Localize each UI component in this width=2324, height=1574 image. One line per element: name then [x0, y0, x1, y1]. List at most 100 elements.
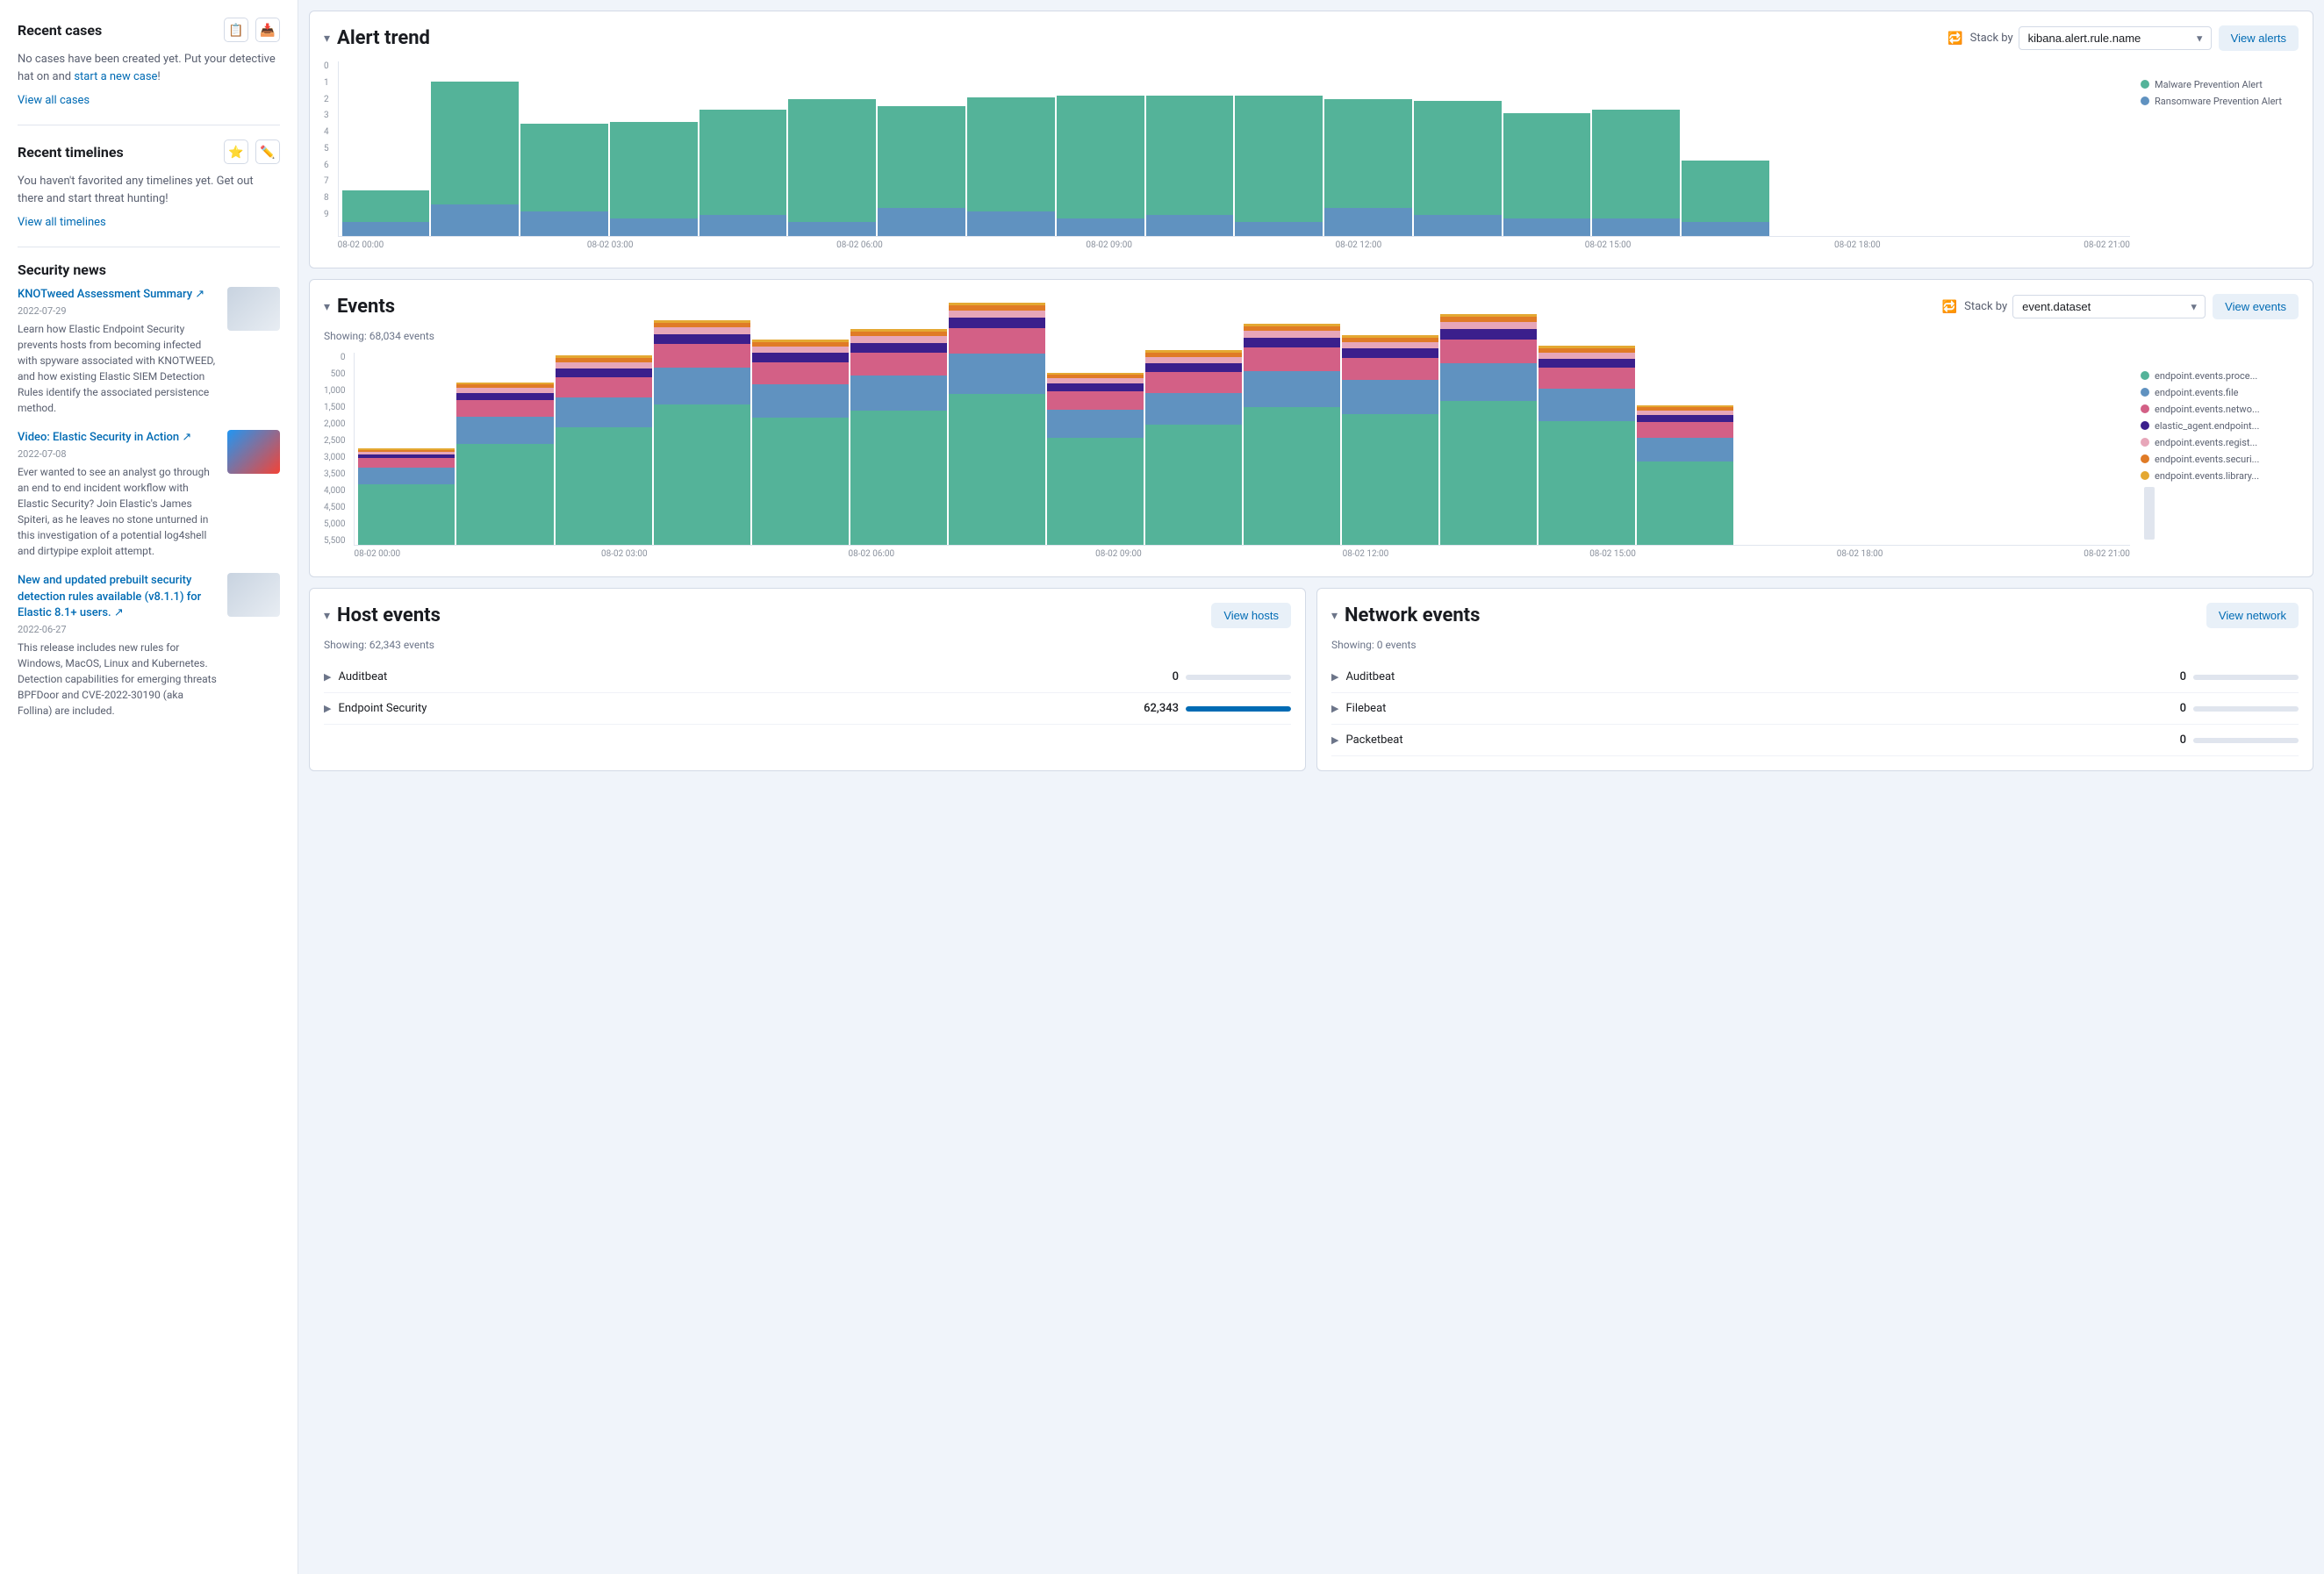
alert-trend-chart-area: 9 8 7 6 5 4 3 2 1 0	[324, 61, 2299, 254]
events-refresh-icon[interactable]: 🔁	[1942, 300, 1957, 314]
view-alerts-button[interactable]: View alerts	[2219, 25, 2299, 51]
net-packetbeat-expand[interactable]: ▶	[1331, 734, 1338, 746]
event-bar-group	[850, 353, 947, 545]
alert-x-axis: 08-02 00:00 08-02 03:00 08-02 06:00 08-0…	[338, 237, 2130, 254]
event-bar-segment	[556, 377, 652, 397]
alert-bars-container	[338, 61, 2130, 237]
alert-stack-by-select[interactable]: kibana.alert.rule.name	[2019, 26, 2212, 50]
net-auditbeat-bar-bg	[2193, 675, 2299, 680]
alert-bar-green	[1592, 110, 1680, 218]
view-all-timelines-link[interactable]: View all timelines	[18, 216, 280, 229]
events-collapse-icon[interactable]: ▾	[324, 300, 330, 314]
legend-malware: Malware Prevention Alert	[2141, 79, 2299, 90]
event-bar-segment	[1145, 363, 1242, 372]
event-bar-segment	[1145, 372, 1242, 393]
alert-bar-blue	[1682, 222, 1769, 236]
event-bar-group	[752, 353, 849, 545]
alert-bar-group	[1235, 61, 1323, 236]
event-bar-group	[1145, 353, 1242, 545]
cases-title: Recent cases	[18, 22, 102, 39]
alert-bar-group	[1949, 61, 2037, 236]
alert-bar-group	[1146, 61, 1234, 236]
legend-scrollbar[interactable]	[2144, 487, 2155, 540]
legend-library: endpoint.events.library...	[2141, 470, 2299, 482]
news-item-title[interactable]: New and updated prebuilt security detect…	[18, 573, 219, 621]
host-auditbeat-name: Auditbeat	[338, 670, 1119, 683]
alert-bar-group	[1324, 61, 1412, 236]
view-network-button[interactable]: View network	[2206, 603, 2299, 628]
events-chart-area: 5,500 5,000 4,500 4,000 3,500 3,000 2,50…	[324, 353, 2299, 562]
event-bar-group	[456, 353, 553, 545]
network-events-showing: Showing: 0 events	[1331, 639, 2299, 651]
host-endpoint-expand[interactable]: ▶	[324, 703, 331, 714]
event-bar-segment	[1342, 414, 1438, 545]
legend-registry-label: endpoint.events.regist...	[2155, 437, 2257, 448]
alert-trend-refresh-icon[interactable]: 🔁	[1947, 32, 1962, 46]
net-filebeat-expand[interactable]: ▶	[1331, 703, 1338, 714]
event-bar-segment	[1047, 410, 1144, 438]
event-bar-segment	[358, 468, 455, 484]
news-item-thumb	[227, 287, 280, 331]
bottom-panels: ▾ Host events View hosts Showing: 62,343…	[309, 588, 2313, 771]
alert-bar-group	[788, 61, 876, 236]
event-bar-segment	[456, 417, 553, 444]
events-stack-by-wrapper[interactable]: event.dataset ▼	[2012, 295, 2206, 318]
alert-bar-green	[1057, 96, 1144, 218]
alert-bar-blue	[1235, 222, 1323, 236]
news-item-title[interactable]: Video: Elastic Security in Action ↗	[18, 430, 219, 446]
alert-bar-blue	[1414, 215, 1502, 236]
events-title: Events	[337, 296, 1935, 318]
events-x-axis: 08-02 00:00 08-02 03:00 08-02 06:00 08-0…	[354, 546, 2130, 562]
alert-bar-blue	[1592, 218, 1680, 236]
net-packetbeat-count: 0	[2134, 733, 2186, 747]
news-item-title[interactable]: KNOTweed Assessment Summary ↗	[18, 287, 219, 303]
timelines-icon1-btn[interactable]: ⭐	[224, 140, 248, 164]
events-bars-container	[354, 353, 2130, 546]
alert-bar-blue	[342, 222, 430, 236]
view-all-cases-link[interactable]: View all cases	[18, 94, 280, 107]
cases-icon1-btn[interactable]: 📋	[224, 18, 248, 42]
event-bar-segment	[850, 353, 947, 376]
event-bar-segment	[850, 376, 947, 411]
view-events-button[interactable]: View events	[2213, 294, 2299, 319]
event-bar-group	[2030, 353, 2127, 545]
host-events-collapse-icon[interactable]: ▾	[324, 609, 330, 623]
start-new-case-link[interactable]: start a new case	[74, 70, 157, 83]
net-auditbeat-name: Auditbeat	[1345, 670, 2127, 683]
legend-network: endpoint.events.netwo...	[2141, 404, 2299, 415]
alert-bar-group	[699, 61, 787, 236]
legend-process: endpoint.events.proce...	[2141, 370, 2299, 382]
event-bar-segment	[1342, 342, 1438, 348]
event-bar-segment	[1637, 415, 1733, 422]
alert-bar-green	[610, 122, 698, 218]
event-bar-segment	[654, 327, 750, 334]
alert-bar-group	[1057, 61, 1144, 236]
alert-bar-green	[699, 110, 787, 215]
alert-stack-by-wrapper[interactable]: kibana.alert.rule.name ▼	[2019, 26, 2212, 50]
events-stack-by-select[interactable]: event.dataset	[2012, 295, 2206, 318]
host-auditbeat-expand[interactable]: ▶	[324, 671, 331, 683]
event-bar-segment	[949, 394, 1045, 545]
alert-bar-green	[431, 82, 519, 204]
alert-bar-blue	[1057, 218, 1144, 236]
alert-trend-collapse-icon[interactable]: ▾	[324, 32, 330, 46]
main-content: ▾ Alert trend 🔁 Stack by kibana.alert.ru…	[298, 0, 2324, 1574]
legend-malware-dot	[2141, 80, 2149, 89]
legend-file-dot	[2141, 388, 2149, 397]
host-endpoint-name: Endpoint Security	[338, 702, 1119, 715]
network-events-collapse-icon[interactable]: ▾	[1331, 609, 1338, 623]
event-bar-segment	[1440, 401, 1537, 545]
event-bar-segment	[1244, 407, 1340, 545]
news-item-desc: This release includes new rules for Wind…	[18, 640, 219, 719]
net-auditbeat-expand[interactable]: ▶	[1331, 671, 1338, 683]
net-filebeat-bar-bg	[2193, 706, 2299, 712]
event-bar-segment	[1637, 438, 1733, 461]
event-bar-segment	[1637, 461, 1733, 545]
net-auditbeat-row: ▶ Auditbeat 0	[1331, 662, 2299, 693]
view-hosts-button[interactable]: View hosts	[1211, 603, 1291, 628]
alert-bar-green	[1682, 161, 1769, 222]
alert-bar-group	[1861, 61, 1948, 236]
timelines-icon2-btn[interactable]: ✏️	[255, 140, 280, 164]
cases-icon2-btn[interactable]: 📥	[255, 18, 280, 42]
legend-process-label: endpoint.events.proce...	[2155, 370, 2257, 382]
